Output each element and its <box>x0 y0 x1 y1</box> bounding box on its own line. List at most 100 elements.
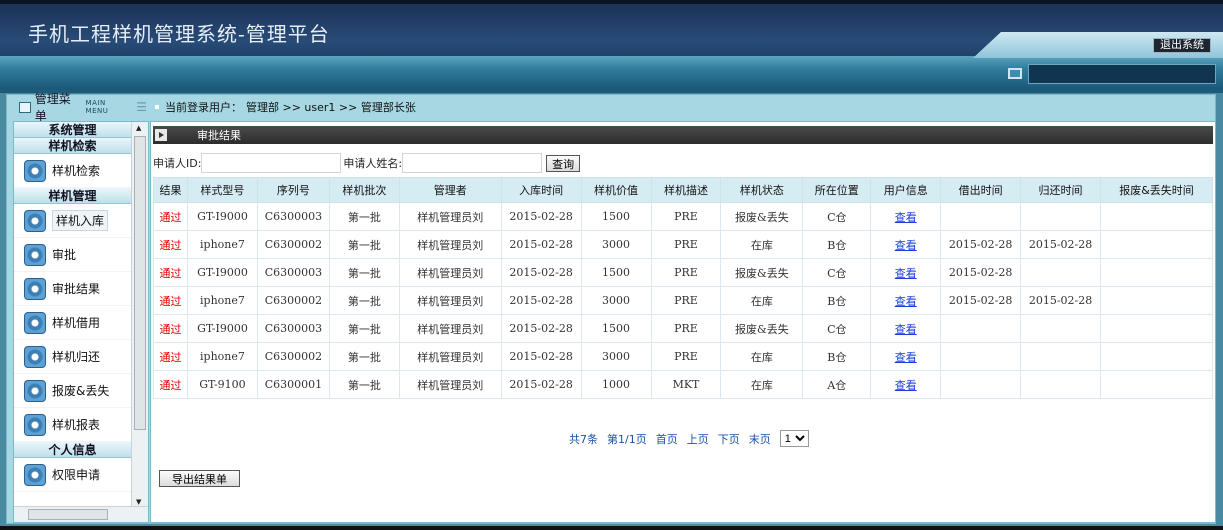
table-cell: 第一批 <box>328 202 400 231</box>
table-cell: 3000 <box>580 286 652 315</box>
result-status: 通过 <box>153 370 188 399</box>
pager-last-link[interactable]: 末页 <box>749 431 771 447</box>
table-cell <box>1100 314 1213 343</box>
table-cell: C6300002 <box>256 230 330 259</box>
section-title-system[interactable]: 系统管理 <box>14 122 131 138</box>
scroll-up-icon[interactable]: ▲ <box>136 124 141 132</box>
applicant-id-input[interactable] <box>201 153 342 173</box>
table-cell: 样机管理员刘 <box>398 286 502 315</box>
page-select[interactable]: 1 <box>779 430 809 447</box>
sidebar-item-prototype-search[interactable]: 样机检索 <box>14 154 131 188</box>
sidebar-item-approval[interactable]: 审批 <box>14 238 131 272</box>
applicant-name-input[interactable] <box>402 153 543 173</box>
sidebar-item-prototype-borrow[interactable]: 样机借用 <box>14 306 131 340</box>
query-button[interactable]: 查询 <box>546 154 581 172</box>
table-cell <box>940 342 1022 371</box>
result-status: 通过 <box>153 314 188 343</box>
result-status: 通过 <box>153 342 188 371</box>
view-link[interactable]: 查看 <box>895 351 917 364</box>
table-cell: 2015-02-28 <box>1020 286 1101 315</box>
sidebar-vertical-scrollbar[interactable]: ▲ ▼ <box>131 122 148 508</box>
breadcrumb: 当前登录用户： 管理部 >> user1 >> 管理部长张 <box>155 99 416 115</box>
scroll-thumb[interactable] <box>134 136 146 430</box>
pager-next-link[interactable]: 下页 <box>718 431 740 447</box>
gear-icon <box>24 311 46 334</box>
scroll-thumb[interactable] <box>28 509 108 520</box>
pager-page-info: 第1/1页 <box>607 432 647 446</box>
table-header-row: 结果 样式型号 序列号 样机批次 管理者 入库时间 样机价值 样机描述 样机状态 所在位置 用户信息… <box>153 177 1213 203</box>
table-cell: 2015-02-28 <box>940 286 1022 315</box>
table-cell: 2015-02-28 <box>500 314 582 343</box>
section-title-search[interactable]: 样机检索 <box>14 138 131 154</box>
view-link[interactable]: 查看 <box>895 239 917 252</box>
scroll-down-icon[interactable]: ▼ <box>136 498 141 506</box>
column-header: 用户信息 <box>870 177 942 203</box>
view-link[interactable]: 查看 <box>895 267 917 280</box>
user-info-cell: 查看 <box>870 314 942 343</box>
sidebar-item-prototype-report[interactable]: 样机报表 <box>14 408 131 442</box>
column-header: 归还时间 <box>1020 177 1101 203</box>
table-cell <box>1100 202 1213 231</box>
content-panel: 审批结果 申请人ID: 申请人姓名: 查询 结果 样式型号 序列号 样机批次 管理者 入库… <box>150 121 1216 523</box>
sidebar-item-approval-result[interactable]: 审批结果 <box>14 272 131 306</box>
section-title-management[interactable]: 样机管理 <box>14 188 131 204</box>
column-header: 入库时间 <box>500 177 582 203</box>
sidebar-item-permission-request[interactable]: 权限申请 <box>14 458 131 492</box>
column-header: 结果 <box>153 177 188 203</box>
table-cell: 第一批 <box>328 314 400 343</box>
view-link[interactable]: 查看 <box>895 211 917 224</box>
section-title-personal[interactable]: 个人信息 <box>14 442 131 458</box>
table-cell: C6300002 <box>256 286 330 315</box>
export-button[interactable]: 导出结果单 <box>159 470 240 487</box>
breadcrumb-prefix: 当前登录用户： <box>165 101 242 114</box>
app-title: 手机工程样机管理系统-管理平台 <box>28 22 330 46</box>
gear-icon <box>24 345 46 368</box>
table-cell: C6300003 <box>256 202 330 231</box>
column-header: 所在位置 <box>802 177 872 203</box>
view-link[interactable]: 查看 <box>895 295 917 308</box>
play-icon <box>155 129 167 141</box>
bottom-strip <box>0 526 1223 530</box>
sidebar-item-label: 权限申请 <box>52 468 101 482</box>
table-cell: GT-I9000 <box>186 202 258 231</box>
table-cell: B仓 <box>802 286 872 315</box>
applicant-id-label: 申请人ID: <box>153 157 202 170</box>
table-cell: 1500 <box>580 258 652 287</box>
result-status: 通过 <box>153 230 188 259</box>
table-cell <box>1020 370 1101 399</box>
pager-first-link[interactable]: 首页 <box>656 431 678 447</box>
gear-icon <box>24 209 46 232</box>
sidebar-item-prototype-inbound[interactable]: 样机入库 <box>14 204 131 238</box>
table-cell: PRE <box>650 286 722 315</box>
table-cell: iphone7 <box>186 286 258 315</box>
table-cell <box>1020 202 1101 231</box>
column-header: 样机批次 <box>328 177 400 203</box>
sidebar-item-label: 样机借用 <box>52 316 101 330</box>
gear-icon <box>24 159 46 182</box>
table-cell: 样机管理员刘 <box>398 370 502 399</box>
user-info-cell: 查看 <box>870 202 942 231</box>
table-cell: 第一批 <box>328 286 400 315</box>
table-row: 通过 iphone7 C6300002 第一批 样机管理员刘 2015-02-28 3000… <box>153 230 1213 259</box>
header-top-line <box>0 0 1223 4</box>
table-cell: 2015-02-28 <box>500 342 582 371</box>
table-cell: C6300002 <box>256 342 330 371</box>
sidebar-item-scrap-lost[interactable]: 报废&丢失 <box>14 374 131 408</box>
table-cell <box>1100 342 1213 371</box>
table-cell <box>1020 314 1101 343</box>
sidebar-horizontal-scrollbar[interactable] <box>14 506 148 522</box>
view-link[interactable]: 查看 <box>895 379 917 392</box>
user-info-cell: 查看 <box>870 258 942 287</box>
pager-prev-link[interactable]: 上页 <box>687 431 709 447</box>
table-cell: 1000 <box>580 370 652 399</box>
table-cell <box>1100 258 1213 287</box>
gear-icon <box>24 277 46 300</box>
view-link[interactable]: 查看 <box>895 323 917 336</box>
table-cell: C仓 <box>802 258 872 287</box>
table-row: 通过 GT-I9000 C6300003 第一批 样机管理员刘 2015-02-28 150… <box>153 314 1213 343</box>
sidebar-item-prototype-return[interactable]: 样机归还 <box>14 340 131 374</box>
table-cell: GT-I9000 <box>186 258 258 287</box>
table-cell: PRE <box>650 202 722 231</box>
logout-button[interactable]: 退出系统 <box>1153 38 1211 53</box>
table-cell: 2015-02-28 <box>500 258 582 287</box>
